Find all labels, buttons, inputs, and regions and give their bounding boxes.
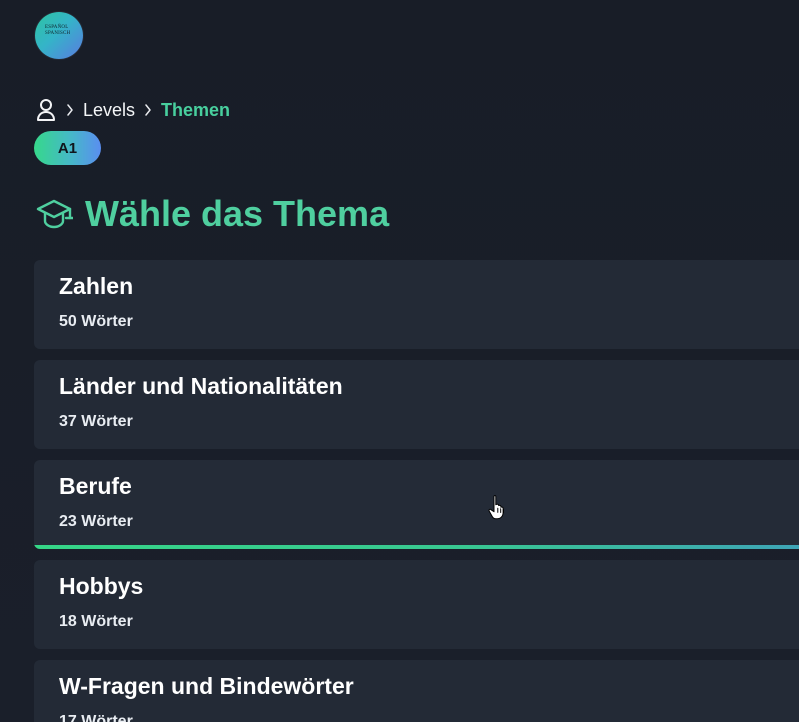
- topic-selection-page: ESPAÑOL SPANISCH Levels Themen A1 Wähle …: [0, 0, 799, 722]
- topic-word-count: 23 Wörter: [59, 513, 133, 530]
- topic-word-count: 37 Wörter: [59, 413, 133, 430]
- breadcrumb-levels-link[interactable]: Levels: [83, 100, 135, 121]
- breadcrumb: Levels Themen: [35, 97, 230, 123]
- topic-title: Länder und Nationalitäten: [59, 373, 343, 399]
- topic-title: W-Fragen und Bindewörter: [59, 673, 354, 699]
- topic-card-zahlen[interactable]: Zahlen 50 Wörter: [34, 260, 799, 349]
- topic-card-laender-und-nationalitaeten[interactable]: Länder und Nationalitäten 37 Wörter: [34, 360, 799, 449]
- page-title: Wähle das Thema: [85, 193, 390, 234]
- brand-logo[interactable]: ESPAÑOL SPANISCH: [35, 12, 83, 59]
- topic-word-count: 18 Wörter: [59, 613, 133, 630]
- topic-card-w-fragen-und-bindewoerter[interactable]: W-Fragen und Bindewörter 17 Wörter: [34, 660, 799, 722]
- logo-text: ESPAÑOL SPANISCH: [45, 25, 71, 36]
- topic-card-berufe[interactable]: Berufe 23 Wörter: [34, 460, 799, 549]
- level-badge[interactable]: A1: [34, 131, 101, 165]
- topic-word-count: 50 Wörter: [59, 313, 133, 330]
- user-icon[interactable]: [35, 98, 57, 122]
- topic-card-hobbys[interactable]: Hobbys 18 Wörter: [34, 560, 799, 649]
- topic-title: Hobbys: [59, 573, 144, 599]
- topic-title: Berufe: [59, 473, 132, 499]
- chevron-right-icon: [65, 103, 75, 117]
- chevron-right-icon: [143, 103, 153, 117]
- page-heading: Wähle das Thema: [35, 194, 389, 234]
- hand-pointer-icon: [488, 495, 504, 520]
- graduation-cap-icon: [35, 197, 73, 231]
- breadcrumb-current: Themen: [161, 99, 231, 120]
- topic-word-count: 17 Wörter: [59, 713, 133, 722]
- topic-title: Zahlen: [59, 273, 134, 299]
- topic-progress-bar: [34, 545, 799, 549]
